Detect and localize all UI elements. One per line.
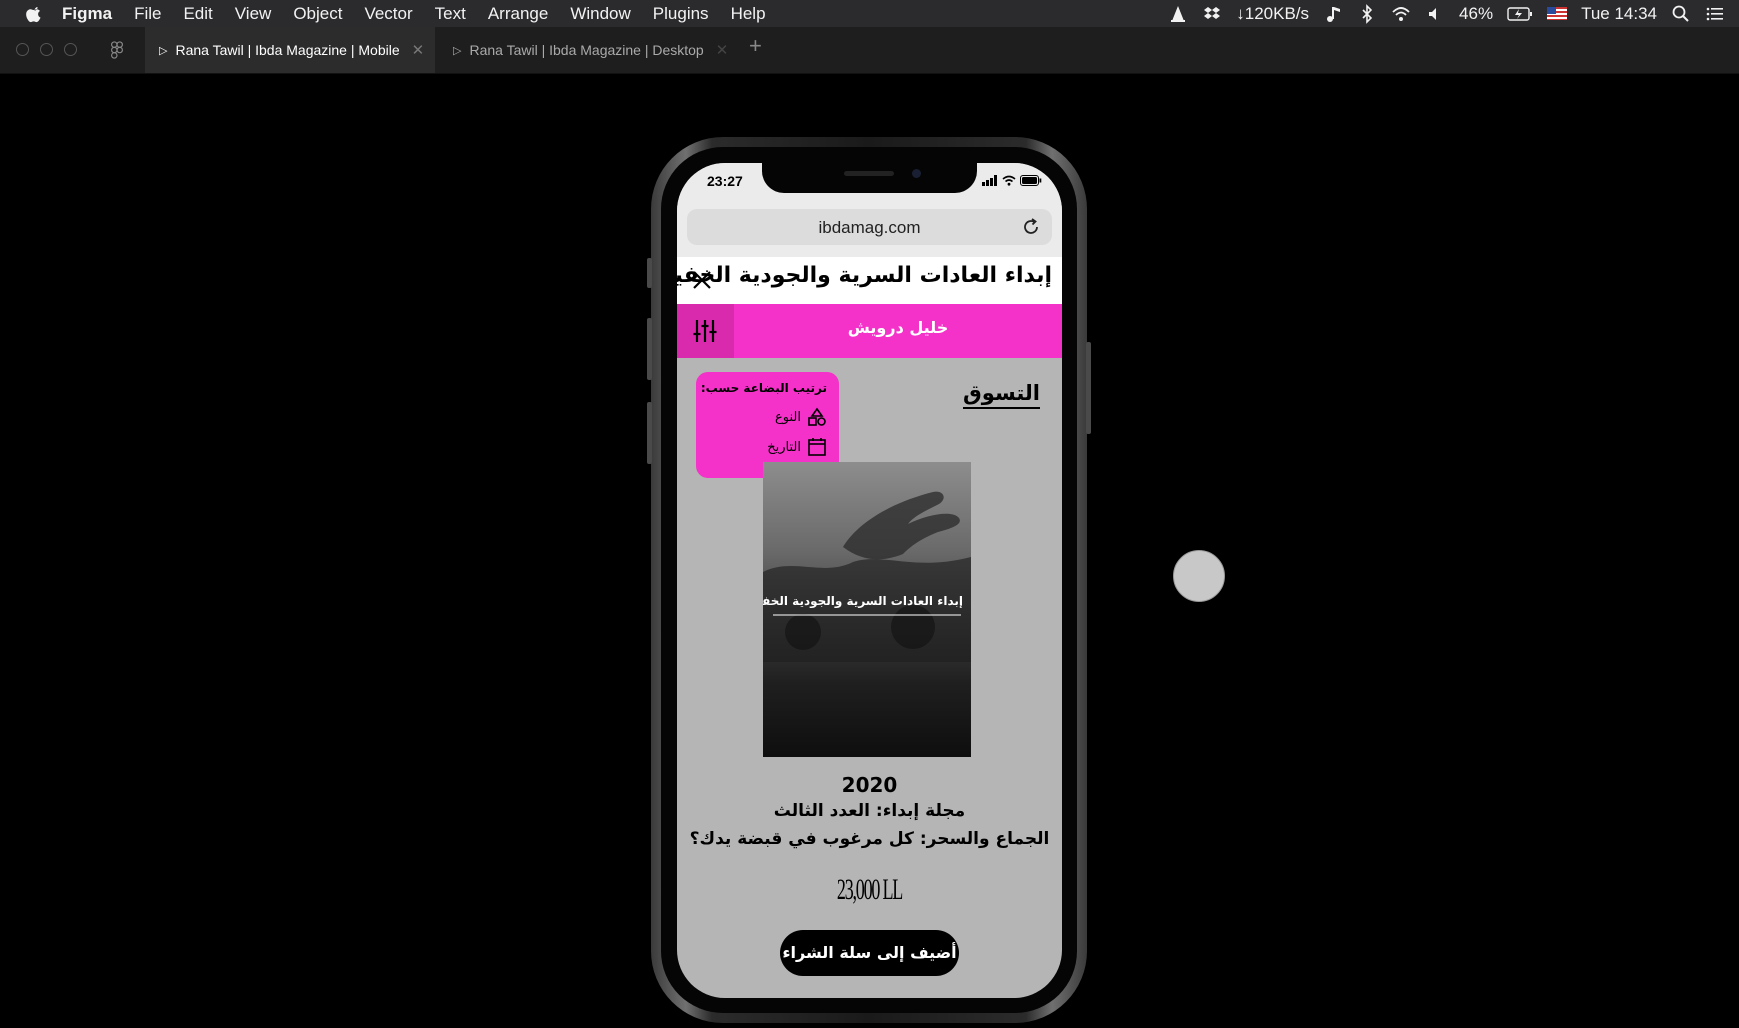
ios-battery-icon: [1020, 175, 1042, 186]
us-flag-input-source-icon[interactable]: [1547, 7, 1568, 20]
cellular-signal-icon: [982, 175, 997, 186]
cover-divider: [773, 614, 961, 616]
menu-figma[interactable]: Figma: [62, 4, 112, 24]
close-tab-icon[interactable]: ✕: [412, 41, 425, 59]
shop-section-title: التسوق: [963, 381, 1040, 409]
minimize-window-button[interactable]: [40, 43, 53, 56]
browser-chrome: ibdamag.com: [677, 205, 1062, 257]
macos-menu-bar: Figma File Edit View Object Vector Text …: [0, 0, 1739, 27]
play-icon: ▷: [159, 44, 168, 57]
battery-percent[interactable]: 46%: [1459, 4, 1493, 24]
address-bar[interactable]: ibdamag.com: [687, 209, 1052, 245]
phone-screen: 23:27 ibdamag.com إبداء العادات السرية و…: [677, 163, 1062, 998]
speaker-grille: [844, 171, 894, 176]
vlc-icon[interactable]: [1168, 4, 1188, 24]
magazine-title[interactable]: إبداء العادات السرية والجودية الخفية: [677, 263, 1053, 288]
author-bar: خليل درويش: [677, 304, 1062, 358]
side-button: [1086, 342, 1091, 434]
music-note-icon[interactable]: [1323, 4, 1343, 24]
close-window-button[interactable]: [16, 43, 29, 56]
menu-help[interactable]: Help: [731, 4, 766, 24]
menu-clock[interactable]: Tue 14:34: [1581, 4, 1657, 24]
site-header: إبداء العادات السرية والجودية الخفية: [677, 257, 1062, 304]
product-price: 23,000 LL: [836, 873, 903, 906]
menu-view[interactable]: View: [235, 4, 272, 24]
menu-vector[interactable]: Vector: [364, 4, 412, 24]
network-speed[interactable]: ↓120KB/s: [1236, 4, 1309, 24]
volume-down-button: [647, 402, 652, 464]
tab-label: Rana Tawil | Ibda Magazine | Mobile: [175, 42, 400, 58]
prototype-touch-cursor: [1173, 550, 1225, 602]
product-subtitle: الجماع والسحر: كل مرغوب في قبضة يدك؟: [689, 829, 1050, 849]
mute-switch: [647, 258, 652, 288]
menu-window[interactable]: Window: [570, 4, 630, 24]
sort-option-date-label: التاريخ: [767, 439, 801, 455]
wifi-icon[interactable]: [1391, 4, 1411, 24]
product-issue: مجلة إبداء: العدد الثالث: [773, 801, 966, 821]
sort-option-type[interactable]: النوع: [775, 407, 827, 427]
author-name: خليل درويش: [847, 318, 949, 337]
cover-title: إبداء العادات السرية والجودية الخفية: [763, 594, 964, 608]
zoom-window-button[interactable]: [64, 43, 77, 56]
play-icon: ▷: [453, 44, 462, 57]
filter-sliders-icon: [693, 320, 717, 342]
sort-option-date[interactable]: التاريخ: [767, 437, 827, 457]
ios-wifi-icon: [1002, 175, 1016, 186]
magazine-cover-image[interactable]: إبداء العادات السرية والجودية الخفية: [763, 462, 971, 757]
battery-charging-icon[interactable]: [1507, 4, 1533, 24]
product-year: 2020: [841, 773, 898, 797]
menu-file[interactable]: File: [134, 4, 161, 24]
apple-icon[interactable]: [24, 4, 44, 24]
cover-hand-shadow-art: [763, 491, 971, 662]
tab-desktop-prototype[interactable]: ▷ Rana Tawil | Ibda Magazine | Desktop ✕: [435, 27, 735, 73]
add-to-cart-button[interactable]: أضيف إلى سلة الشراء: [780, 930, 959, 976]
ios-status-bar: 23:27: [677, 163, 1062, 205]
menu-edit[interactable]: Edit: [183, 4, 212, 24]
dropbox-icon[interactable]: [1202, 4, 1222, 24]
bluetooth-icon[interactable]: [1357, 3, 1377, 24]
spotlight-search-icon[interactable]: [1671, 4, 1691, 24]
calendar-icon: [808, 438, 826, 456]
filter-button[interactable]: [677, 304, 734, 358]
ios-time: 23:27: [707, 173, 743, 189]
tab-label: Rana Tawil | Ibda Magazine | Desktop: [469, 42, 704, 58]
notification-center-icon[interactable]: [1705, 4, 1725, 24]
shapes-icon: [808, 407, 826, 426]
menu-plugins[interactable]: Plugins: [653, 4, 709, 24]
new-tab-button[interactable]: +: [749, 35, 762, 57]
phone-notch: [762, 163, 977, 193]
sort-heading: ترتيب البضاعة حسب:: [700, 381, 827, 395]
volume-icon[interactable]: [1425, 4, 1445, 24]
figma-tab-bar: ▷ Rana Tawil | Ibda Magazine | Mobile ✕ …: [0, 27, 1739, 74]
volume-up-button: [647, 318, 652, 380]
figma-logo-icon[interactable]: [110, 41, 124, 59]
close-tab-icon[interactable]: ✕: [716, 41, 729, 59]
status-menu-area: ↓120KB/s 46% Tue 14:34: [1168, 0, 1739, 27]
url-text[interactable]: ibdamag.com: [687, 218, 1052, 238]
ios-status-icons: [982, 175, 1042, 186]
reload-icon[interactable]: [1022, 218, 1040, 236]
menu-object[interactable]: Object: [293, 4, 342, 24]
menu-text[interactable]: Text: [435, 4, 466, 24]
menu-arrange[interactable]: Arrange: [488, 4, 548, 24]
tab-mobile-prototype[interactable]: ▷ Rana Tawil | Ibda Magazine | Mobile ✕: [145, 27, 435, 73]
front-camera: [912, 169, 921, 178]
sort-option-type-label: النوع: [775, 409, 801, 425]
